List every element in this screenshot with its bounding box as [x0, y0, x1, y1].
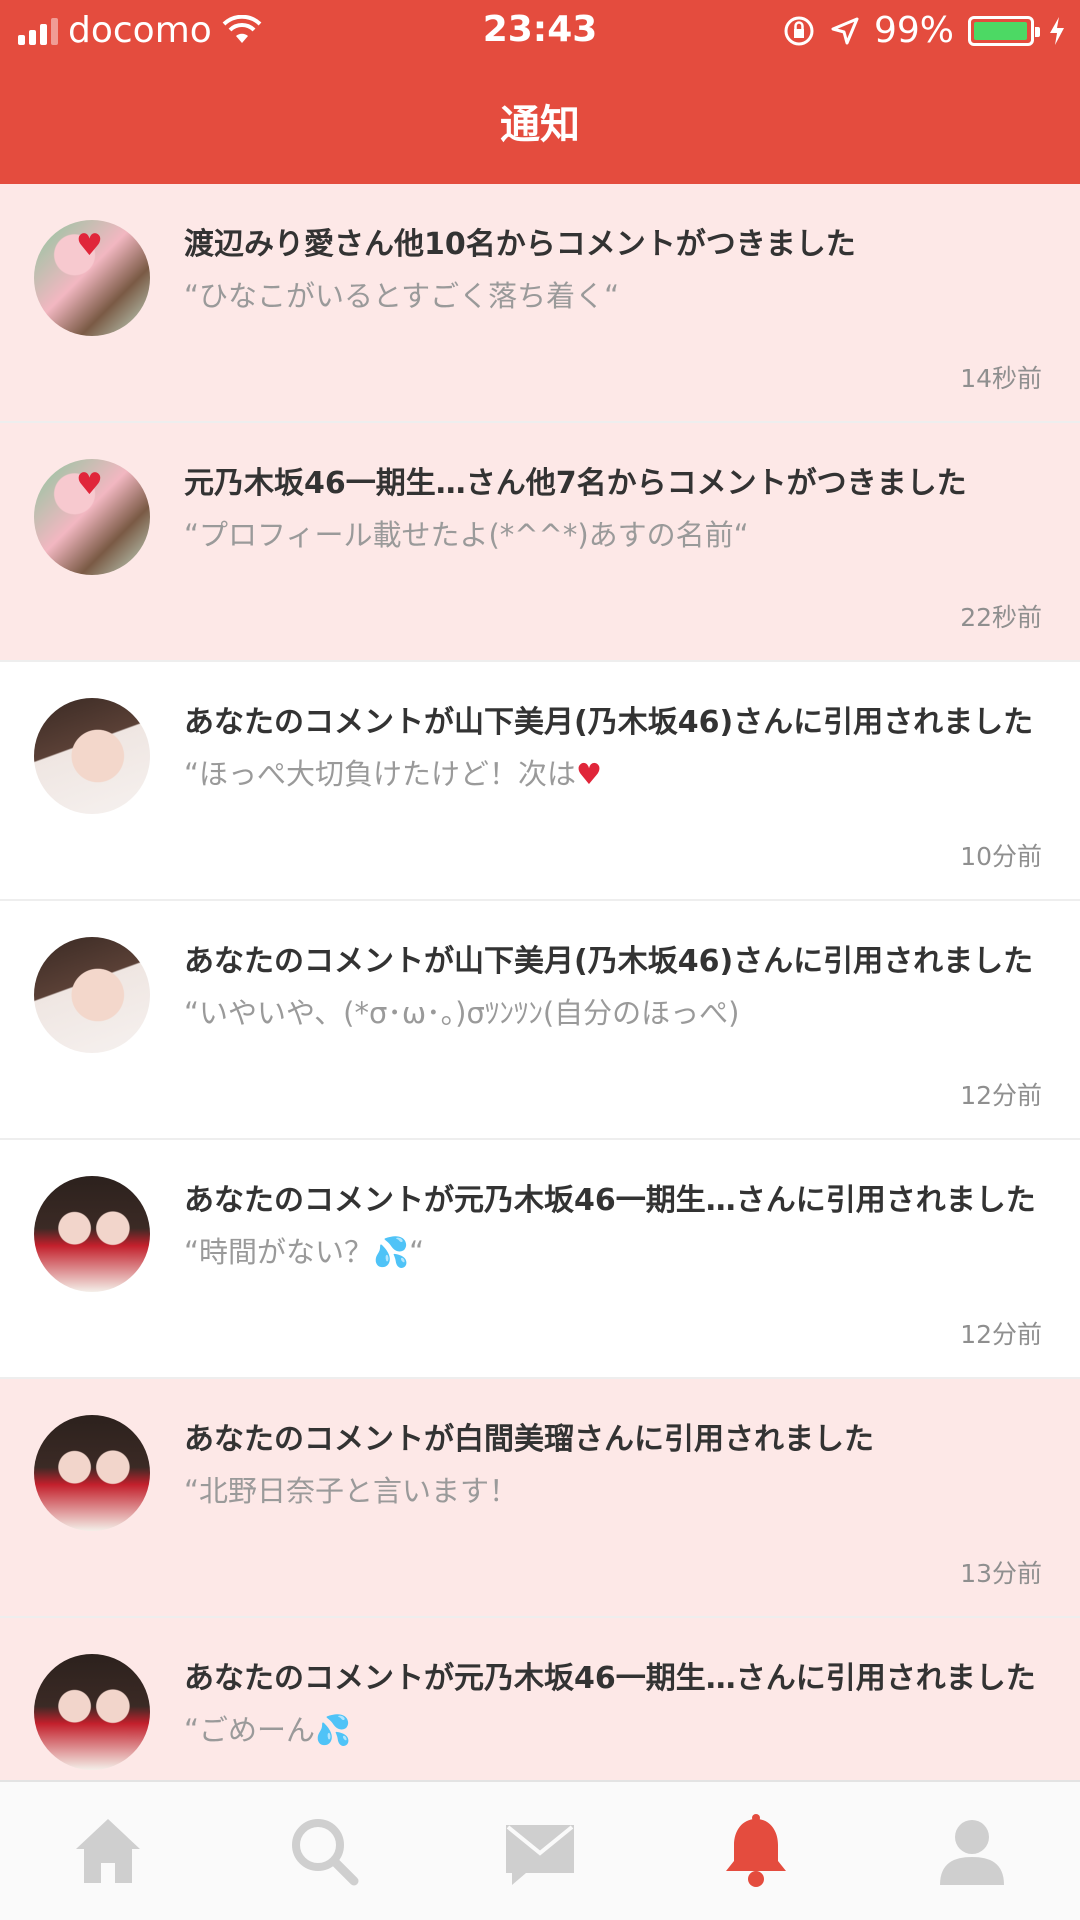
battery-icon: [968, 15, 1040, 46]
notification-time: 13分前: [960, 1559, 1042, 1588]
notification-list[interactable]: ♥ 渡辺みり愛さん他10名からコメントがつきました “ひなこがいるとすごく落ち着…: [0, 184, 1080, 1784]
notification-time: 22秒前: [960, 603, 1042, 632]
profile-icon: [940, 1820, 1004, 1885]
notification-content: 渡辺みり愛さん他10名からコメントがつきました “ひなこがいるとすごく落ち着く“: [184, 224, 1044, 316]
notification-title: あなたのコメントが山下美月(乃木坂46)さんに引用されました: [184, 944, 1034, 979]
tab-profile[interactable]: [912, 1801, 1032, 1901]
notification-content: あなたのコメントが山下美月(乃木坂46)さんに引用されました “ほっぺ大切負けた…: [184, 702, 1044, 794]
heart-icon: ♥: [76, 228, 103, 263]
navigation-bar: 通知: [0, 60, 1080, 184]
location-icon: [831, 17, 859, 44]
avatar[interactable]: ♥: [34, 220, 150, 336]
notification-quote: “ひなこがいるとすごく落ち着く“: [184, 279, 620, 313]
notification-title: あなたのコメントが元乃木坂46一期生…さんに引用されました: [184, 1661, 1036, 1696]
notification-item[interactable]: ♥ 渡辺みり愛さん他10名からコメントがつきました “ひなこがいるとすごく落ち着…: [0, 184, 1080, 423]
notification-item[interactable]: あなたのコメントが白間美瑠さんに引用されました “北野日奈子と言います！ 13分…: [0, 1379, 1080, 1618]
notification-content: あなたのコメントが元乃木坂46一期生…さんに引用されました “ごめーん💦: [184, 1658, 1044, 1750]
heart-emoji-icon: ♥: [576, 757, 603, 791]
sweat-drops-icon: 💦: [315, 1713, 352, 1747]
avatar[interactable]: ♥: [34, 459, 150, 575]
sweat-drops-icon: 💦: [373, 1235, 410, 1269]
notification-title: あなたのコメントが山下美月(乃木坂46)さんに引用されました: [184, 705, 1034, 740]
notification-quote: “プロフィール載せたよ(*^^*)あすの名前“: [184, 518, 749, 552]
avatar[interactable]: [34, 937, 150, 1053]
tab-bar: [0, 1780, 1080, 1920]
notification-item[interactable]: ♥ 元乃木坂46一期生…さん他7名からコメントがつきました “プロフィール載せた…: [0, 423, 1080, 662]
notification-title: あなたのコメントが白間美瑠さんに引用されました: [184, 1422, 874, 1457]
avatar[interactable]: [34, 1176, 150, 1292]
notification-item[interactable]: あなたのコメントが元乃木坂46一期生…さんに引用されました “時間がない？💦“ …: [0, 1140, 1080, 1379]
tab-search[interactable]: [264, 1801, 384, 1901]
charging-icon: [1050, 16, 1064, 45]
bell-icon: [726, 1814, 786, 1887]
quote-text: “ごめーん: [184, 1713, 316, 1747]
notification-content: あなたのコメントが元乃木坂46一期生…さんに引用されました “時間がない？💦“: [184, 1180, 1044, 1272]
heart-icon: ♥: [76, 467, 103, 502]
notification-quote: “時間がない？💦“: [184, 1235, 425, 1269]
notification-content: 元乃木坂46一期生…さん他7名からコメントがつきました “プロフィール載せたよ(…: [184, 463, 1044, 555]
page-title: 通知: [500, 102, 580, 148]
avatar[interactable]: [34, 1654, 150, 1770]
notification-quote: “ほっぺ大切負けたけど！次は♥: [184, 754, 1044, 794]
tab-messages[interactable]: [480, 1801, 600, 1901]
notification-time: 12分前: [960, 1081, 1042, 1110]
avatar[interactable]: [34, 1415, 150, 1531]
orientation-lock-icon: [784, 16, 814, 45]
home-icon: [76, 1819, 140, 1883]
notification-time: 10分前: [960, 842, 1042, 871]
notification-title: あなたのコメントが元乃木坂46一期生…さんに引用されました: [184, 1183, 1036, 1218]
notification-content: あなたのコメントが山下美月(乃木坂46)さんに引用されました “いやいや、(*σ…: [184, 941, 1044, 1033]
notification-item[interactable]: あなたのコメントが元乃木坂46一期生…さんに引用されました “ごめーん💦: [0, 1618, 1080, 1784]
notification-quote: “いやいや、(*σ･ω･。)σﾂﾝﾂﾝ(自分のほっぺ): [184, 996, 740, 1030]
notification-title: 渡辺みり愛さん他10名からコメントがつきました: [184, 227, 856, 262]
search-icon: [292, 1819, 359, 1886]
tab-notifications[interactable]: [696, 1801, 816, 1901]
notification-item[interactable]: あなたのコメントが山下美月(乃木坂46)さんに引用されました “ほっぺ大切負けた…: [0, 662, 1080, 901]
notification-content: あなたのコメントが白間美瑠さんに引用されました “北野日奈子と言います！: [184, 1419, 1044, 1511]
notification-item[interactable]: あなたのコメントが山下美月(乃木坂46)さんに引用されました “いやいや、(*σ…: [0, 901, 1080, 1140]
notification-time: 12分前: [960, 1320, 1042, 1349]
status-bar: docomo 23:43 99%: [0, 0, 1080, 60]
avatar[interactable]: [34, 698, 150, 814]
notification-title: 元乃木坂46一期生…さん他7名からコメントがつきました: [184, 466, 967, 501]
tab-home[interactable]: [48, 1801, 168, 1901]
battery-percent: 99%: [873, 10, 954, 51]
notification-quote: “北野日奈子と言います！: [184, 1474, 519, 1508]
status-right: 99%: [782, 10, 1066, 51]
quote-text: “ほっぺ大切負けたけど！次は: [184, 757, 577, 791]
notification-quote: “ごめーん💦: [184, 1710, 1044, 1750]
mail-icon: [506, 1825, 574, 1885]
quote-text: “時間がない？: [184, 1235, 374, 1269]
notification-time: 14秒前: [960, 364, 1042, 393]
